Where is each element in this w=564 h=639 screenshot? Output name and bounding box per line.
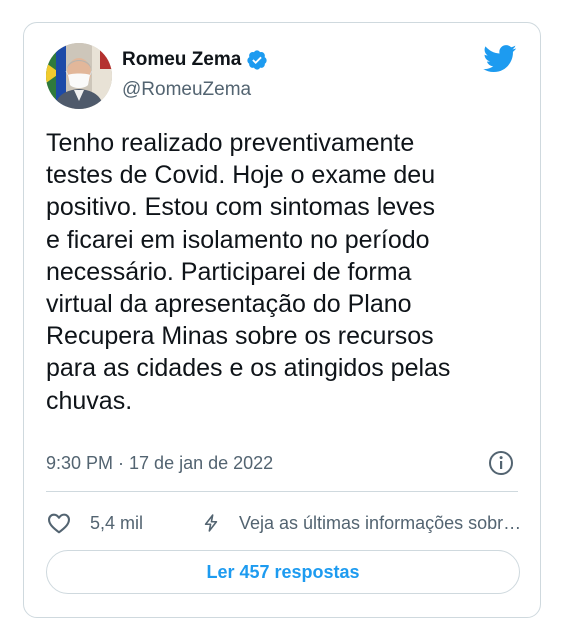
- covid-info-label: Veja as últimas informações sobre a COVI…: [239, 513, 524, 533]
- like-count: 5,4 mil: [90, 513, 144, 533]
- tweet-text: Tenho realizado preventivamente testes d…: [46, 129, 451, 415]
- read-replies-button[interactable]: Ler 457 respostas: [46, 550, 520, 594]
- heart-icon: [48, 513, 70, 534]
- twitter-bird-icon[interactable]: [483, 45, 517, 73]
- tweet-card[interactable]: Romeu Zema @RomeuZema Tenho realizado pr…: [23, 22, 541, 618]
- divider: [46, 491, 518, 492]
- lightning-bolt-icon: [204, 514, 218, 532]
- avatar-photo: [46, 43, 112, 109]
- tweet-actions: 5,4 mil Veja as últimas informações sobr…: [46, 509, 524, 537]
- covid-info-link[interactable]: Veja as últimas informações sobre a COVI…: [201, 510, 524, 536]
- verified-badge-icon: [247, 50, 267, 70]
- author-name[interactable]: Romeu Zema: [122, 48, 241, 72]
- info-icon[interactable]: [488, 450, 514, 476]
- author-name-row[interactable]: Romeu Zema: [122, 48, 268, 72]
- tweet-timestamp[interactable]: 9:30 PM · 17 de jan de 2022: [46, 451, 273, 475]
- avatar[interactable]: [46, 43, 112, 109]
- author-handle[interactable]: @RomeuZema: [122, 78, 251, 102]
- like-button[interactable]: 5,4 mil: [46, 510, 201, 536]
